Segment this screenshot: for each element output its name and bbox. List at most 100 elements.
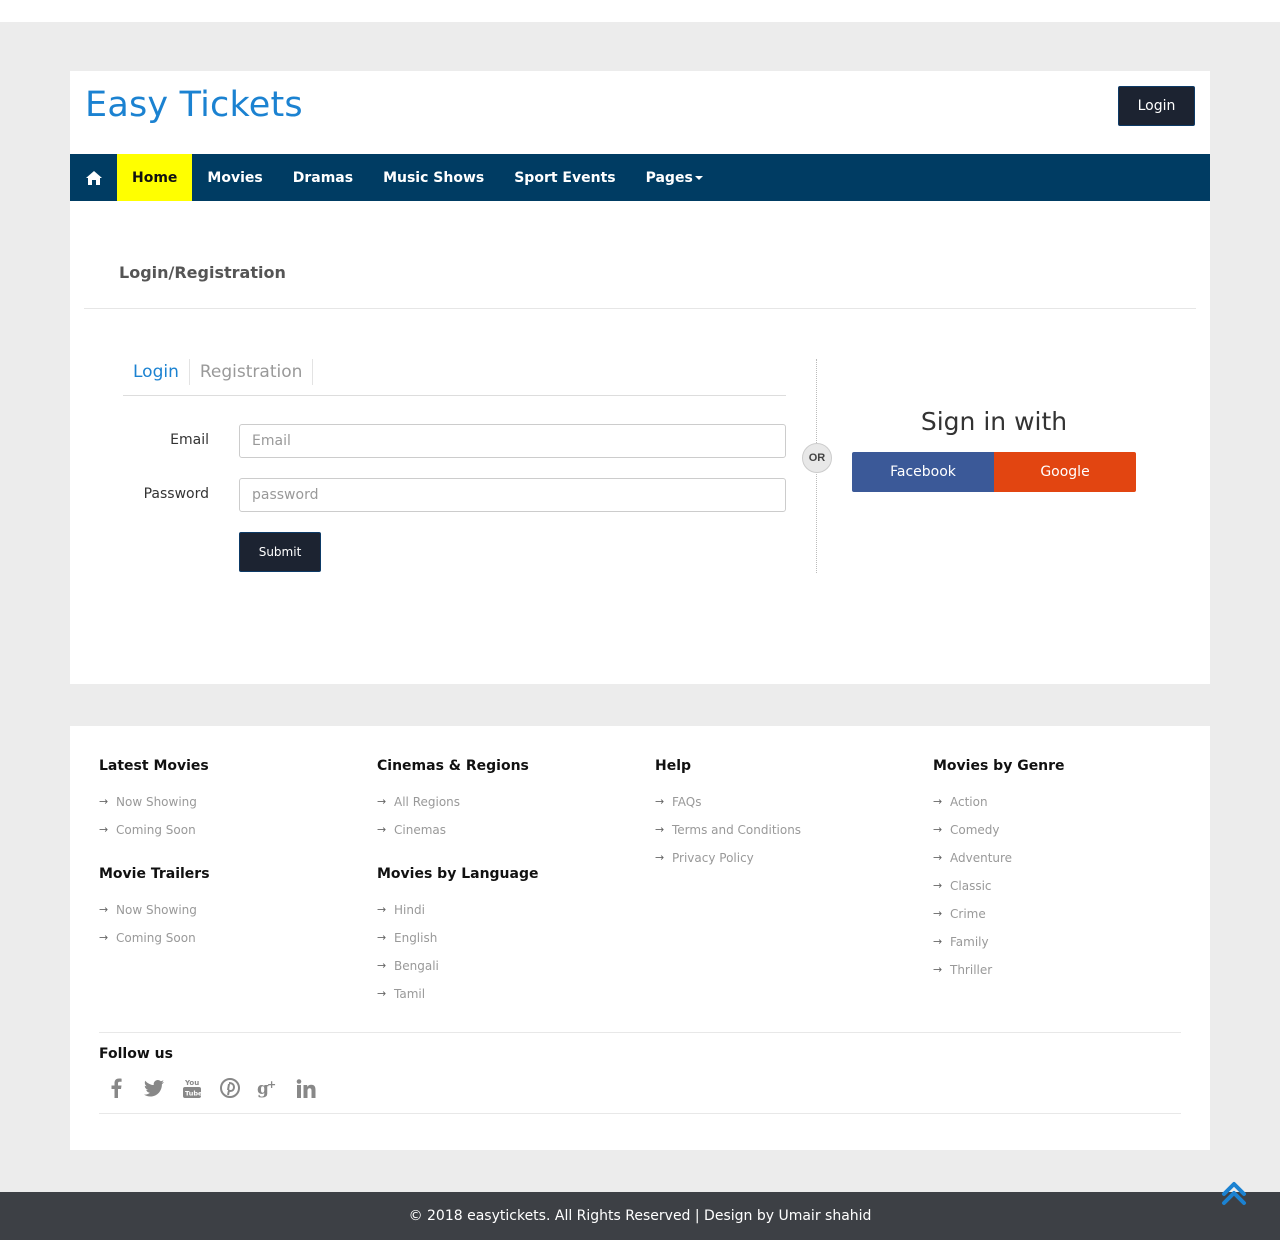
pinterest-icon[interactable]	[218, 1076, 242, 1100]
footer-link-label: Action	[950, 795, 988, 809]
footer-link[interactable]: → Cinemas	[377, 822, 637, 850]
footer-link[interactable]: → Adventure	[933, 850, 1193, 878]
main-card: Easy Tickets Login Home Movies Dramas Mu…	[70, 71, 1210, 684]
nav-sport-events[interactable]: Sport Events	[499, 154, 630, 201]
facebook-login-button[interactable]: Facebook	[852, 452, 994, 492]
footer-heading: Help	[655, 758, 692, 774]
footer-link-label: Family	[950, 935, 989, 949]
email-label: Email	[170, 432, 209, 448]
tab-login[interactable]: Login	[123, 359, 190, 385]
footer-heading: Movie Trailers	[99, 866, 210, 882]
footer-link[interactable]: → Classic	[933, 878, 1193, 906]
footer-link-label: Coming Soon	[116, 931, 196, 945]
copyright-bar: © 2018 easytickets. All Rights Reserved …	[0, 1192, 1280, 1240]
title-divider	[84, 308, 1196, 309]
footer-link[interactable]: → Family	[933, 934, 1193, 962]
footer-link[interactable]: → Coming Soon	[99, 930, 359, 958]
svg-text:+: +	[267, 1078, 276, 1091]
footer-link[interactable]: → Action	[933, 794, 1193, 822]
nav-movies[interactable]: Movies	[192, 154, 277, 201]
footer-link-label: English	[394, 931, 438, 945]
nav-home[interactable]: Home	[117, 154, 193, 201]
svg-text:Tube: Tube	[185, 1090, 202, 1098]
arrow-right-icon: →	[933, 907, 943, 920]
submit-button[interactable]: Submit	[239, 532, 321, 572]
footer-link[interactable]: → Hindi	[377, 902, 637, 930]
scroll-to-top-icon[interactable]	[1220, 1180, 1248, 1208]
arrow-right-icon: →	[99, 795, 109, 808]
login-button[interactable]: Login	[1118, 86, 1195, 126]
facebook-icon[interactable]	[104, 1076, 128, 1100]
footer-link[interactable]: → All Regions	[377, 794, 637, 822]
footer-link-label: Now Showing	[116, 903, 197, 917]
arrow-right-icon: →	[655, 795, 665, 808]
arrow-right-icon: →	[377, 987, 387, 1000]
footer-link-label: Thriller	[950, 963, 993, 977]
footer-link[interactable]: → Terms and Conditions	[655, 822, 915, 850]
google-plus-icon[interactable]: g +	[256, 1076, 280, 1100]
linkedin-icon[interactable]	[294, 1076, 318, 1100]
footer-link[interactable]: → Coming Soon	[99, 822, 359, 850]
home-icon[interactable]	[70, 154, 117, 201]
email-field[interactable]	[239, 424, 786, 458]
copyright-text: © 2018 easytickets. All Rights Reserved …	[408, 1208, 872, 1224]
password-label: Password	[143, 486, 209, 502]
footer-heading: Movies by Language	[377, 866, 539, 882]
footer-heading: Latest Movies	[99, 758, 209, 774]
top-strip	[0, 0, 1280, 22]
footer-col-help: Help → FAQs → Terms and Conditions → Privac…	[655, 756, 915, 878]
social-icons: You Tube g +	[104, 1076, 318, 1100]
or-badge: OR	[802, 443, 832, 473]
arrow-right-icon: →	[933, 795, 943, 808]
arrow-right-icon: →	[99, 903, 109, 916]
brand-logo[interactable]: Easy Tickets	[85, 85, 303, 125]
footer-link-label: Adventure	[950, 851, 1013, 865]
follow-us-heading: Follow us	[99, 1046, 173, 1062]
footer-link-label: Coming Soon	[116, 823, 196, 837]
footer-divider	[99, 1113, 1181, 1114]
footer-link[interactable]: → Bengali	[377, 958, 637, 986]
social-login-buttons: Facebook Google	[852, 452, 1136, 492]
caret-down-icon	[694, 175, 703, 180]
footer-card: Latest Movies → Now Showing → Coming Soon …	[70, 726, 1210, 1150]
arrow-right-icon: →	[933, 935, 943, 948]
footer-link-label: All Regions	[394, 795, 461, 809]
sign-in-with-heading: Sign in with	[920, 407, 1068, 436]
twitter-icon[interactable]	[142, 1076, 166, 1100]
footer-link[interactable]: → Comedy	[933, 822, 1193, 850]
arrow-right-icon: →	[377, 959, 387, 972]
nav-music-shows[interactable]: Music Shows	[368, 154, 499, 201]
footer-link[interactable]: → Now Showing	[99, 902, 359, 930]
footer-link[interactable]: → Crime	[933, 906, 1193, 934]
arrow-right-icon: →	[377, 903, 387, 916]
footer-link-label: Terms and Conditions	[672, 823, 802, 837]
footer-link[interactable]: → Privacy Policy	[655, 850, 915, 878]
footer-link-label: Privacy Policy	[672, 851, 754, 865]
arrow-right-icon: →	[933, 879, 943, 892]
footer-link[interactable]: → English	[377, 930, 637, 958]
arrow-right-icon: →	[933, 963, 943, 976]
footer-heading: Movies by Genre	[933, 758, 1065, 774]
footer-link[interactable]: → Thriller	[933, 962, 1193, 990]
footer-col-latest-movies: Latest Movies → Now Showing → Coming Soon …	[99, 756, 359, 958]
arrow-right-icon: →	[99, 931, 109, 944]
footer-link[interactable]: → Tamil	[377, 986, 637, 1014]
footer-heading: Cinemas & Regions	[377, 758, 529, 774]
nav-pages-dropdown[interactable]: Pages	[631, 154, 718, 201]
auth-tabs: Login Registration	[123, 359, 786, 396]
footer-divider	[99, 1032, 1181, 1033]
youtube-icon[interactable]: You Tube	[180, 1076, 204, 1100]
footer-link[interactable]: → FAQs	[655, 794, 915, 822]
tab-registration[interactable]: Registration	[190, 359, 314, 385]
arrow-right-icon: →	[655, 823, 665, 836]
password-field[interactable]	[239, 478, 786, 512]
footer-link-label: Now Showing	[116, 795, 197, 809]
google-login-button[interactable]: Google	[994, 452, 1136, 492]
main-navbar: Home Movies Dramas Music Shows Sport Eve…	[70, 154, 1210, 201]
footer-link-label: Crime	[950, 907, 986, 921]
arrow-right-icon: →	[99, 823, 109, 836]
footer-link[interactable]: → Now Showing	[99, 794, 359, 822]
footer-link-label: Tamil	[394, 987, 426, 1001]
nav-dramas[interactable]: Dramas	[278, 154, 368, 201]
svg-text:You: You	[184, 1079, 199, 1087]
